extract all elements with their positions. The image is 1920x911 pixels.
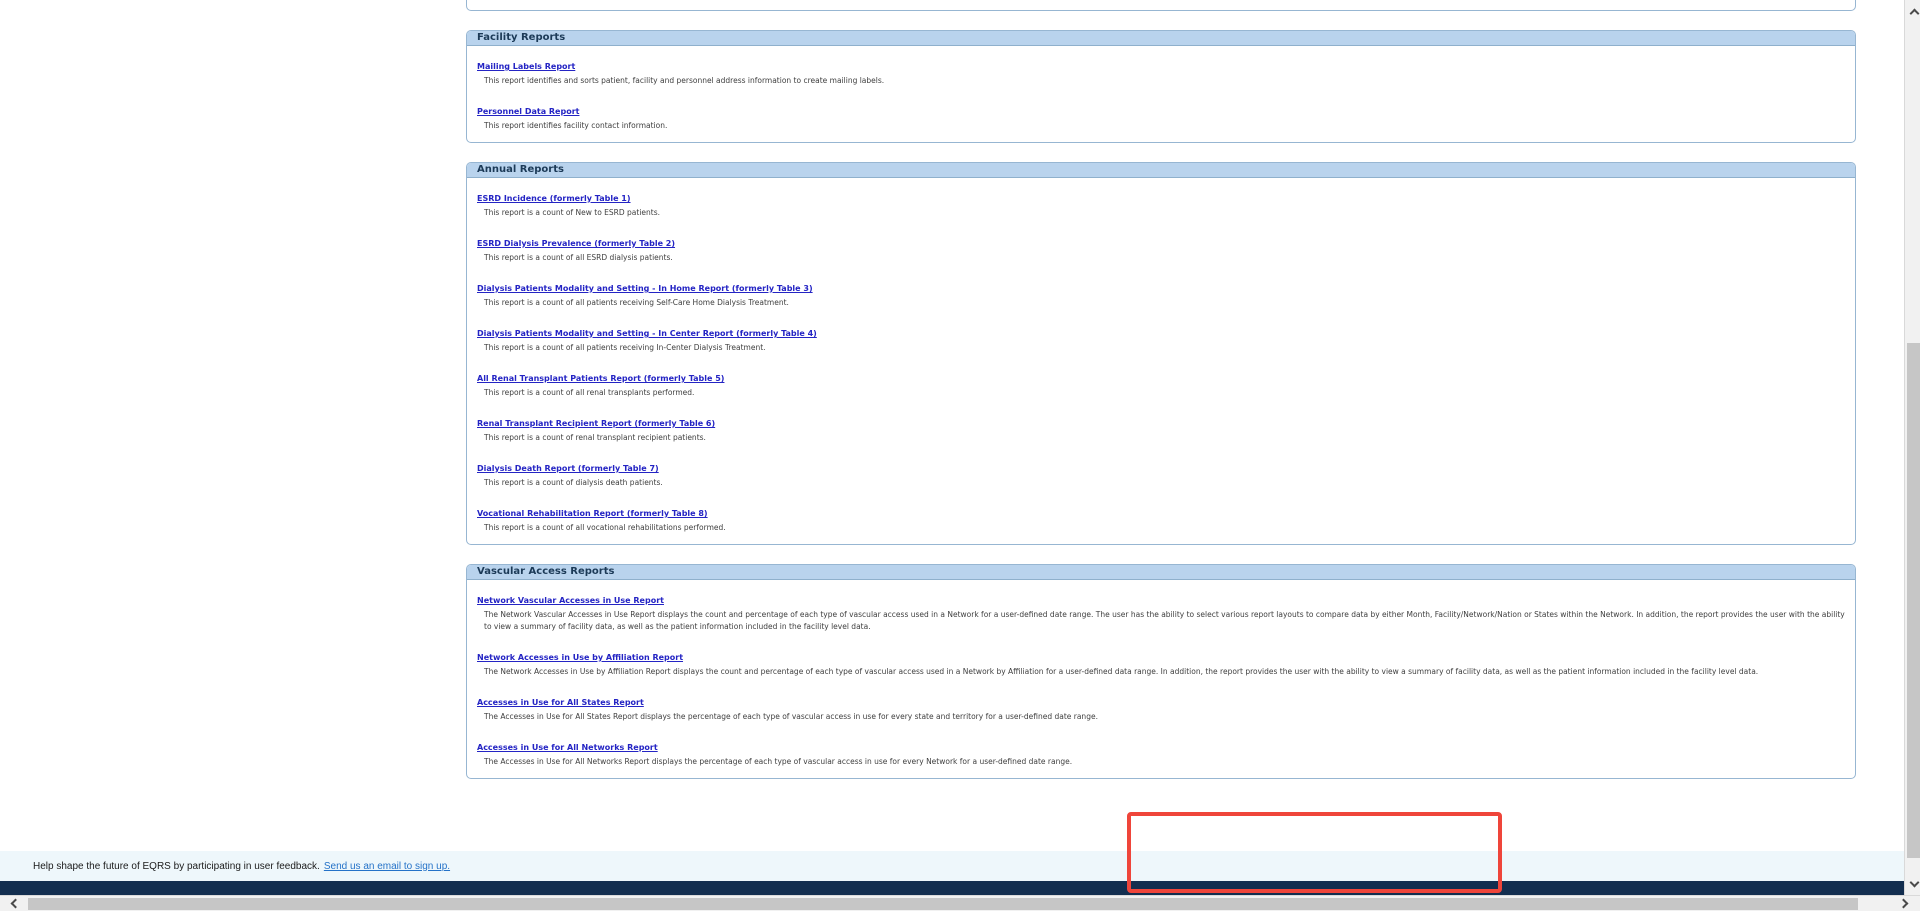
section-header: Facility Reports [467,31,1855,46]
report-description: This report identifies and sorts patient… [484,76,885,85]
feedback-bar: Help shape the future of EQRS by partici… [0,851,1904,881]
report-link-personnel-data[interactable]: Personnel Data Report [477,106,579,118]
report-description: This report is a count of all renal tran… [484,388,695,397]
report-link-accesses-all-networks[interactable]: Accesses in Use for All Networks Report [477,742,658,754]
report-link-network-accesses-affiliation[interactable]: Network Accesses in Use by Affiliation R… [477,652,683,664]
report-item: Accesses in Use for All Networks Report … [477,735,1845,768]
report-link-modality-in-center[interactable]: Dialysis Patients Modality and Setting -… [477,328,817,340]
scrollbar-thumb-horizontal[interactable] [28,898,1858,910]
report-description: This report is a count of all patients r… [484,343,766,352]
scroll-down-button[interactable] [1908,875,1920,889]
report-item: Dialysis Death Report (formerly Table 7)… [477,456,1845,489]
section-vascular-access-reports: Vascular Access Reports Network Vascular… [466,564,1856,779]
chevron-up-icon [1909,8,1919,18]
previous-section-box-partial [466,0,1856,11]
report-link-modality-in-home[interactable]: Dialysis Patients Modality and Setting -… [477,283,813,295]
section-title: Facility Reports [477,32,566,43]
section-body: ESRD Incidence (formerly Table 1) This r… [467,178,1855,544]
section-header: Annual Reports [467,163,1855,178]
section-title: Annual Reports [477,164,564,175]
report-item: Personnel Data Report This report identi… [477,99,1845,132]
report-link-all-renal-transplant[interactable]: All Renal Transplant Patients Report (fo… [477,373,724,385]
report-link-mailing-labels[interactable]: Mailing Labels Report [477,61,575,73]
feedback-signup-link[interactable]: Send us an email to sign up. [324,861,450,872]
report-link-esrd-incidence[interactable]: ESRD Incidence (formerly Table 1) [477,193,631,205]
section-header: Vascular Access Reports [467,565,1855,580]
report-link-esrd-dialysis-prevalence[interactable]: ESRD Dialysis Prevalence (formerly Table… [477,238,675,250]
section-annual-reports: Annual Reports ESRD Incidence (formerly … [466,162,1856,545]
report-item: ESRD Incidence (formerly Table 1) This r… [477,186,1845,219]
report-link-dialysis-death[interactable]: Dialysis Death Report (formerly Table 7) [477,463,659,475]
report-item: Accesses in Use for All States Report Th… [477,690,1845,723]
report-item: Vocational Rehabilitation Report (former… [477,501,1845,534]
scrollbar-thumb-vertical[interactable] [1907,343,1920,858]
horizontal-scrollbar[interactable] [0,895,1920,911]
report-item: Dialysis Patients Modality and Setting -… [477,276,1845,309]
report-item: Dialysis Patients Modality and Setting -… [477,321,1845,354]
chevron-right-icon [1898,898,1908,909]
report-link-accesses-all-states[interactable]: Accesses in Use for All States Report [477,697,644,709]
report-item: Renal Transplant Recipient Report (forme… [477,411,1845,444]
report-description: The Network Vascular Accesses in Use Rep… [484,610,1845,631]
chevron-down-icon [1909,877,1919,887]
report-description: The Accesses in Use for All Networks Rep… [484,757,1073,766]
section-facility-reports: Facility Reports Mailing Labels Report T… [466,30,1856,143]
feedback-text: Help shape the future of EQRS by partici… [33,860,320,872]
scroll-right-button[interactable] [1896,897,1910,910]
report-description: This report is a count of dialysis death… [484,478,663,487]
report-description: This report is a count of renal transpla… [484,433,706,442]
page-viewport: Facility Reports Mailing Labels Report T… [0,0,1904,895]
report-description: This report is a count of all ESRD dialy… [484,253,673,262]
report-description: The Network Accesses in Use by Affiliati… [484,667,1759,676]
report-item: All Renal Transplant Patients Report (fo… [477,366,1845,399]
report-link-renal-transplant-recipient[interactable]: Renal Transplant Recipient Report (forme… [477,418,715,430]
report-description: This report is a count of New to ESRD pa… [484,208,661,217]
report-item: Mailing Labels Report This report identi… [477,54,1845,87]
report-item: Network Accesses in Use by Affiliation R… [477,645,1845,678]
report-item: ESRD Dialysis Prevalence (formerly Table… [477,231,1845,264]
section-body: Mailing Labels Report This report identi… [467,46,1855,142]
scroll-left-button[interactable] [8,897,22,910]
report-description: This report is a count of all vocational… [484,523,726,532]
report-link-network-vascular-accesses[interactable]: Network Vascular Accesses in Use Report [477,595,664,607]
reports-content: Facility Reports Mailing Labels Report T… [466,0,1856,779]
section-title: Vascular Access Reports [477,566,615,577]
report-item: Network Vascular Accesses in Use Report … [477,588,1845,633]
chevron-left-icon [10,898,20,909]
section-body: Network Vascular Accesses in Use Report … [467,580,1855,778]
report-link-vocational-rehabilitation[interactable]: Vocational Rehabilitation Report (former… [477,508,708,520]
scroll-up-button[interactable] [1908,6,1920,20]
report-description: This report identifies facility contact … [484,121,668,130]
report-description: This report is a count of all patients r… [484,298,789,307]
vertical-scrollbar[interactable] [1904,0,1920,895]
page-footer: EQRS Accessibility CMS.gov Contact Help … [0,881,1904,895]
report-description: The Accesses in Use for All States Repor… [484,712,1098,721]
